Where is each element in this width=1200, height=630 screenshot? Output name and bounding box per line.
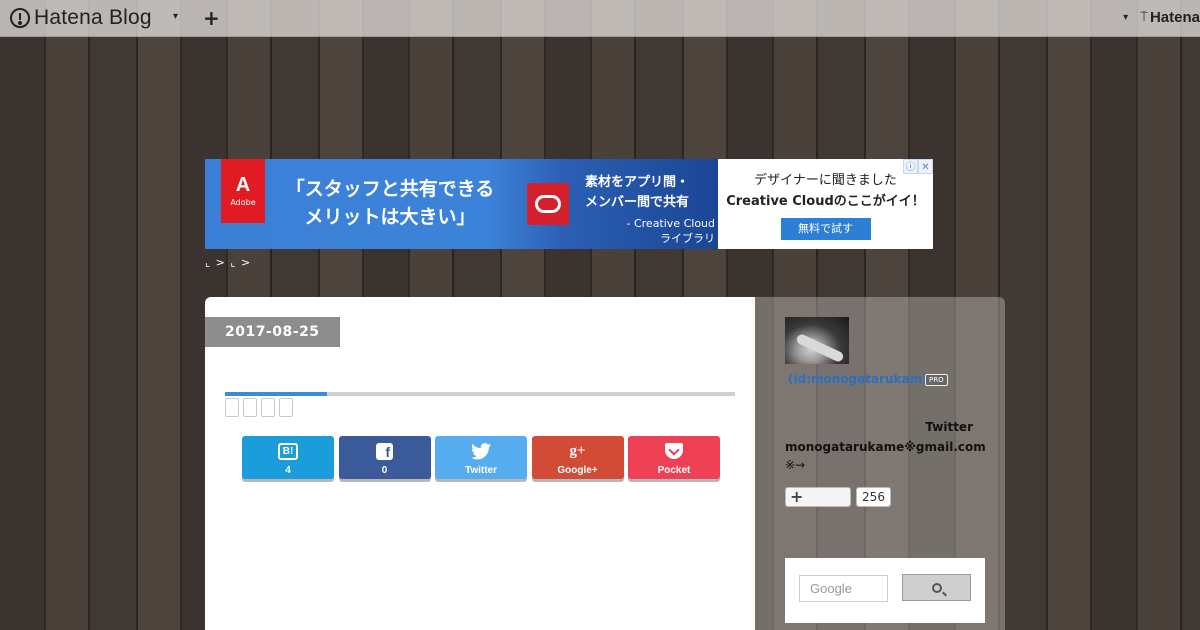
placeholder-box: [279, 398, 293, 417]
ad-right-line2: Creative Cloudのここがイイ！: [726, 194, 925, 209]
menu-caret-icon[interactable]: ▾: [173, 11, 178, 22]
hatena-bookmark-icon: B!: [278, 442, 298, 460]
search-icon: [931, 582, 942, 593]
global-header: Hatena Blog ▾ + ▾ ⍑ Hatena: [0, 0, 1200, 37]
reading-progress-bar: [225, 392, 735, 396]
placeholder-box: [225, 398, 239, 417]
ad-mid-line3: - Creative Cloud: [626, 217, 716, 230]
ad-info-icon[interactable]: ⓘ: [903, 159, 918, 174]
twitter-bird-icon: [471, 441, 491, 461]
new-post-button[interactable]: +: [203, 6, 220, 30]
adobe-logo-icon: A Adobe: [221, 159, 265, 223]
profile-avatar[interactable]: [785, 317, 849, 364]
creative-cloud-icon: [527, 183, 569, 225]
pocket-share-button[interactable]: Pocket: [628, 436, 720, 479]
profile-user-id[interactable]: (id:monogatarukam): [788, 372, 928, 386]
profile-email: monogatarukame※gmail.com: [785, 440, 986, 454]
ad-headline-line1: 「スタッフと共有できる: [285, 178, 495, 200]
hatena-bookmark-count: 4: [285, 465, 291, 476]
placeholder-box: [261, 398, 275, 417]
ad-mid-line4: ライブラリ: [660, 232, 715, 245]
facebook-count: 0: [381, 465, 388, 476]
facebook-icon: f: [376, 442, 393, 460]
hatena-blog-logo[interactable]: Hatena Blog: [10, 6, 152, 30]
ad-creative-right[interactable]: デザイナーに聞きました Creative Cloudのここがイイ！ 無料で試す …: [718, 159, 933, 249]
twitter-share-button[interactable]: Twitter: [435, 436, 527, 479]
adobe-logo-text: Adobe: [230, 198, 256, 207]
placeholder-box: [243, 398, 257, 417]
ad-banner[interactable]: A Adobe 「スタッフと共有できる メリットは大きい」 素材をアプリ間・ メ…: [205, 159, 933, 249]
pocket-label: Pocket: [657, 465, 691, 476]
hatena-mark-icon: [10, 8, 30, 28]
hatena-small-icon: ⍑: [1140, 10, 1148, 25]
sidebar: (id:monogatarukam) PRO Twitter monogatar…: [755, 297, 1005, 630]
ad-headline: 「スタッフと共有できる メリットは大きい」: [275, 175, 505, 231]
plus-icon: +: [790, 487, 804, 506]
google-plus-icon: g+: [569, 442, 586, 459]
article-panel: 2017-08-25 B! 4 f 0 Twitter g+ Google+ P…: [205, 297, 755, 630]
pocket-icon: [665, 443, 683, 459]
follower-count: 256: [856, 487, 891, 507]
ad-choices[interactable]: ⓘ ✕: [903, 159, 933, 174]
pro-badge: PRO: [925, 374, 948, 386]
google-plus-share-button[interactable]: g+ Google+: [531, 436, 624, 479]
account-caret-icon[interactable]: ▾: [1123, 12, 1128, 23]
hatena-brand-link[interactable]: Hatena: [1150, 9, 1200, 26]
reading-progress-fill: [225, 392, 327, 396]
share-buttons: B! 4 f 0 Twitter g+ Google+ Pocket: [242, 436, 725, 479]
search-button[interactable]: [902, 574, 971, 601]
search-module: Google: [785, 558, 985, 623]
ad-right-line1: デザイナーに聞きました: [754, 173, 897, 188]
entry-date[interactable]: 2017-08-25: [205, 317, 340, 347]
profile-twitter-link[interactable]: Twitter: [925, 420, 973, 434]
breadcrumb[interactable]: ⌞ > ⌞ >: [205, 256, 251, 269]
twitter-label: Twitter: [464, 465, 498, 476]
ad-middle-text: 素材をアプリ間・ メンバー間で共有 - Creative Cloud ライブラリ: [585, 173, 715, 246]
account-menu[interactable]: ▾ ⍑ Hatena: [1123, 9, 1200, 26]
hatena-bookmark-share-button[interactable]: B! 4: [242, 436, 334, 479]
ad-creative-left[interactable]: A Adobe 「スタッフと共有できる メリットは大きい」 素材をアプリ間・ メ…: [205, 159, 718, 249]
ad-close-icon[interactable]: ✕: [918, 159, 933, 174]
ad-headline-line2: メリットは大きい」: [304, 206, 476, 228]
facebook-share-button[interactable]: f 0: [338, 436, 431, 479]
adobe-logo-letter: A: [235, 174, 251, 196]
follow-button[interactable]: +: [785, 487, 851, 507]
ad-mid-line1: 素材をアプリ間・: [585, 175, 690, 190]
entry-placeholder-boxes: [225, 398, 297, 417]
logo-text: Hatena Blog: [34, 6, 152, 29]
google-plus-label: Google+: [557, 465, 598, 476]
profile-note: ※→: [785, 458, 806, 472]
ad-cta-button[interactable]: 無料で試す: [780, 218, 871, 240]
ad-mid-line2: メンバー間で共有: [585, 195, 690, 210]
search-input[interactable]: Google: [799, 575, 888, 602]
